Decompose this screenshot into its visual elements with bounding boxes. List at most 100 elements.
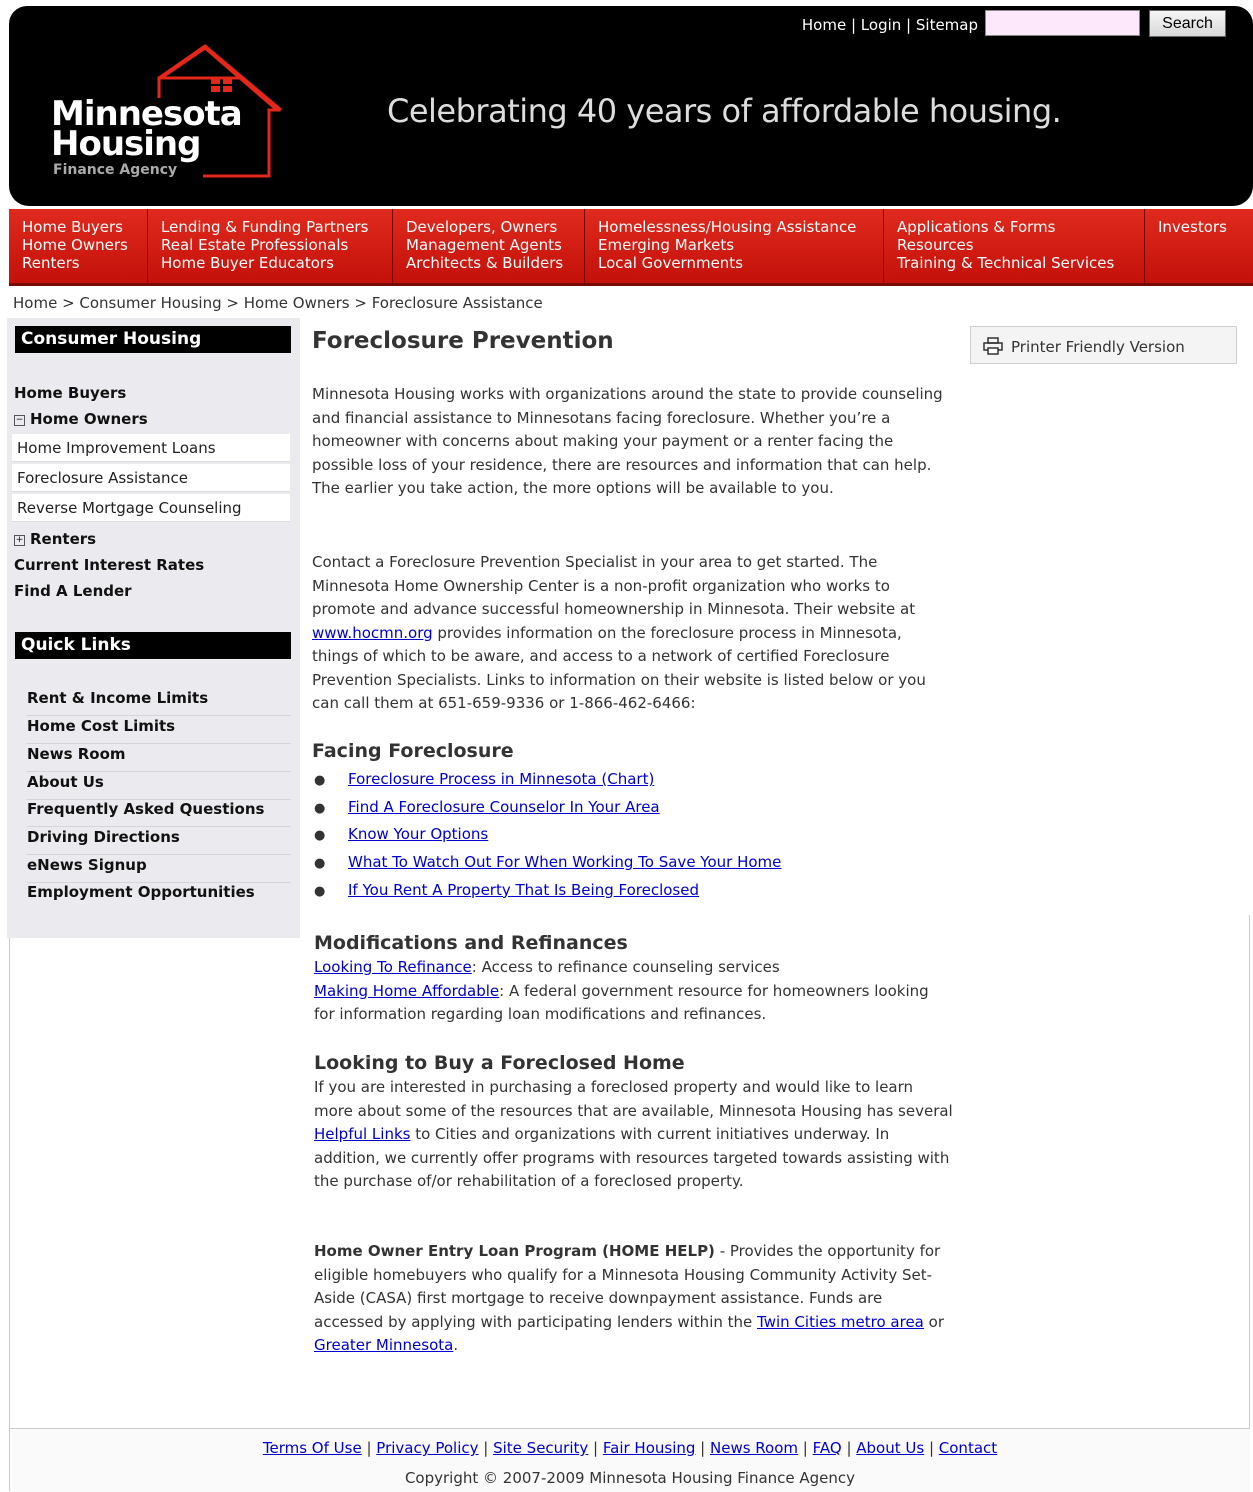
link-know-your-options[interactable]: Know Your Options	[348, 825, 488, 843]
footer-link-news-room[interactable]: News Room	[710, 1439, 798, 1457]
list-item: ● Find A Foreclosure Counselor In Your Ar…	[314, 797, 660, 816]
nav-item[interactable]: Emerging Markets	[598, 236, 883, 254]
quick-link-rent-income-limits[interactable]: Rent & Income Limits	[27, 689, 291, 716]
footer-link-contact[interactable]: Contact	[939, 1439, 997, 1457]
sidebar-item-label: Renters	[30, 530, 97, 548]
nav-group-assistance: Homelessness/Housing Assistance Emerging…	[585, 209, 884, 283]
quick-link-driving-directions[interactable]: Driving Directions	[27, 828, 291, 855]
sidebar-heading-consumer-housing: Consumer Housing	[15, 326, 291, 353]
nav-item[interactable]: Applications & Forms	[897, 218, 1144, 236]
logo[interactable]: Minnesota Housing Finance Agency	[43, 44, 283, 184]
footer-link-fair-housing[interactable]: Fair Housing	[603, 1439, 696, 1457]
sidebar-item-home-owners[interactable]: − Home Owners	[14, 410, 148, 428]
nav-item[interactable]: Developers, Owners	[406, 218, 584, 236]
footer-links: Terms Of Use | Privacy Policy | Site Sec…	[262, 1439, 998, 1457]
search-button[interactable]: Search	[1149, 10, 1226, 37]
home-help-title: Home Owner Entry Loan Program (HOME HELP…	[314, 1242, 715, 1260]
nav-item[interactable]: Home Owners	[22, 236, 147, 254]
facing-foreclosure-heading: Facing Foreclosure	[312, 740, 514, 762]
contact-paragraph: Contact a Foreclosure Prevention Special…	[312, 553, 926, 712]
divider	[9, 938, 10, 1491]
sidebar-subitem-home-improvement-loans[interactable]: Home Improvement Loans	[12, 434, 290, 462]
tagline: Celebrating 40 years of affordable housi…	[387, 92, 1062, 130]
nav-item[interactable]: Training & Technical Services	[897, 254, 1144, 272]
sidebar-item-current-interest-rates[interactable]: Current Interest Rates	[14, 556, 204, 574]
footer-link-security[interactable]: Site Security	[493, 1439, 588, 1457]
quick-link-employment[interactable]: Employment Opportunities	[27, 883, 291, 909]
quick-link-about-us[interactable]: About Us	[27, 773, 291, 800]
modifications-heading: Modifications and Refinances	[314, 932, 628, 954]
nav-item[interactable]: Investors	[1158, 218, 1253, 236]
sidebar-item-renters[interactable]: + Renters	[14, 530, 96, 548]
link-foreclosure-process-chart[interactable]: Foreclosure Process in Minnesota (Chart)	[348, 770, 654, 788]
top-links: Home | Login | Sitemap	[801, 16, 978, 34]
twin-cities-link[interactable]: Twin Cities metro area	[757, 1313, 924, 1331]
footer-link-terms[interactable]: Terms Of Use	[263, 1439, 362, 1457]
helpful-links-link[interactable]: Helpful Links	[314, 1125, 410, 1143]
sidebar-subitem-reverse-mortgage-counseling[interactable]: Reverse Mortgage Counseling	[12, 494, 290, 522]
page-title: Foreclosure Prevention	[312, 328, 614, 354]
nav-group-developers: Developers, Owners Management Agents Arc…	[393, 209, 585, 283]
list-item: ● Know Your Options	[314, 825, 489, 844]
divider	[1249, 915, 1250, 1430]
footer-link-faq[interactable]: FAQ	[813, 1439, 842, 1457]
sidebar-item-label: Home Owners	[30, 410, 148, 428]
sidebar-subitem-foreclosure-assistance[interactable]: Foreclosure Assistance	[12, 464, 290, 492]
quick-link-news-room[interactable]: News Room	[27, 745, 291, 772]
quick-link-home-cost-limits[interactable]: Home Cost Limits	[27, 717, 291, 744]
nav-item[interactable]: Real Estate Professionals	[161, 236, 392, 254]
list-item: ● What To Watch Out For When Working To S…	[314, 853, 782, 872]
nav-item[interactable]: Lending & Funding Partners	[161, 218, 392, 236]
nav-group-consumers: Home Buyers Home Owners Renters	[9, 209, 148, 283]
sidebar-item-find-a-lender[interactable]: Find A Lender	[14, 582, 132, 600]
collapse-icon[interactable]: −	[14, 415, 25, 426]
intro-paragraph: Minnesota Housing works with organizatio…	[312, 385, 943, 497]
printer-icon	[983, 337, 1003, 355]
modifications-paragraph: Looking To Refinance: Access to refinanc…	[314, 958, 929, 1023]
nav-item[interactable]: Management Agents	[406, 236, 584, 254]
quick-link-enews-signup[interactable]: eNews Signup	[27, 856, 291, 883]
quick-link-faq[interactable]: Frequently Asked Questions	[27, 800, 291, 827]
making-home-affordable-link[interactable]: Making Home Affordable	[314, 982, 499, 1000]
nav-item[interactable]: Resources	[897, 236, 1144, 254]
hocmn-link[interactable]: www.hocmn.org	[312, 624, 433, 642]
nav-item[interactable]: Architects & Builders	[406, 254, 584, 272]
left-sidebar: Consumer Housing Home Buyers − Home Owner…	[7, 318, 300, 938]
footer: Terms Of Use | Privacy Policy | Site Sec…	[10, 1428, 1250, 1492]
link-rent-foreclosed-property[interactable]: If You Rent A Property That Is Being For…	[348, 881, 699, 899]
site-header: Home | Login | Sitemap Search Minnesota …	[9, 6, 1253, 206]
link-find-counselor[interactable]: Find A Foreclosure Counselor In Your Are…	[348, 798, 660, 816]
top-link-home[interactable]: Home	[802, 16, 846, 34]
buy-foreclosed-paragraph: If you are interested in purchasing a fo…	[314, 1078, 953, 1190]
footer-link-privacy[interactable]: Privacy Policy	[376, 1439, 478, 1457]
nav-item[interactable]: Home Buyers	[22, 218, 147, 236]
nav-item[interactable]: Local Governments	[598, 254, 883, 272]
nav-item[interactable]: Renters	[22, 254, 147, 272]
list-item: ● If You Rent A Property That Is Being Fo…	[314, 880, 699, 899]
nav-item[interactable]: Home Buyer Educators	[161, 254, 392, 272]
greater-minnesota-link[interactable]: Greater Minnesota	[314, 1336, 453, 1354]
sidebar-item-home-buyers[interactable]: Home Buyers	[14, 384, 126, 402]
nav-group-resources: Applications & Forms Resources Training …	[884, 209, 1145, 283]
link-what-to-watch-out-for[interactable]: What To Watch Out For When Working To Sa…	[348, 853, 781, 871]
main-nav: Home Buyers Home Owners Renters Lending …	[9, 209, 1253, 286]
top-link-login[interactable]: Login	[861, 16, 901, 34]
top-link-sitemap[interactable]: Sitemap	[916, 16, 978, 34]
home-help-paragraph: Home Owner Entry Loan Program (HOME HELP…	[314, 1242, 945, 1354]
expand-icon[interactable]: +	[14, 535, 25, 546]
nav-item[interactable]: Homelessness/Housing Assistance	[598, 218, 883, 236]
buy-foreclosed-heading: Looking to Buy a Foreclosed Home	[314, 1052, 685, 1074]
list-item: ● Foreclosure Process in Minnesota (Chart…	[314, 770, 655, 788]
nav-group-partners: Lending & Funding Partners Real Estate P…	[148, 209, 393, 283]
copyright: Copyright © 2007-2009 Minnesota Housing …	[404, 1469, 856, 1487]
breadcrumb[interactable]: Home > Consumer Housing > Home Owners > …	[13, 294, 543, 312]
sidebar-heading-quick-links: Quick Links	[15, 632, 291, 659]
nav-group-investors: Investors	[1145, 209, 1253, 283]
printer-friendly-label: Printer Friendly Version	[1011, 338, 1185, 356]
logo-text: Housing	[51, 124, 201, 164]
footer-link-about-us[interactable]: About Us	[856, 1439, 924, 1457]
printer-friendly-button[interactable]: Printer Friendly Version	[970, 326, 1237, 364]
search-input[interactable]	[985, 10, 1140, 36]
facing-foreclosure-list: ● Foreclosure Process in Minnesota (Chart…	[312, 768, 781, 906]
looking-to-refinance-link[interactable]: Looking To Refinance	[314, 958, 472, 976]
